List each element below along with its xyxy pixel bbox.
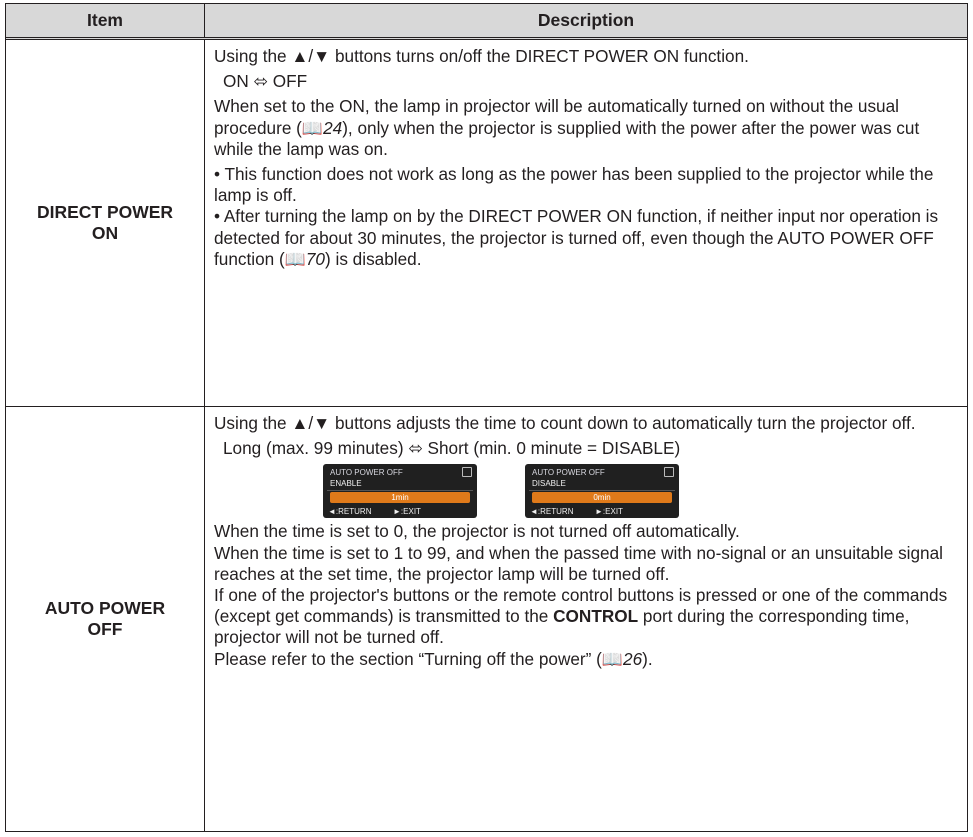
desc-paragraph: If one of the projector's buttons or the… [214,585,948,648]
page-ref[interactable]: 📖24 [302,118,342,138]
item-label-line2: OFF [87,619,123,639]
table-header: Item Description [6,4,967,40]
menu-exit: ►:EXIT [595,507,623,517]
header-description: Description [537,10,635,30]
control-port-label: CONTROL [553,606,639,627]
divider [529,490,675,492]
menu-title: AUTO POWER OFF [330,468,403,478]
menu-title: AUTO POWER OFF [532,468,605,478]
menu-return: ◄:RETURN [328,507,372,517]
osd-menu-disable: AUTO POWER OFF DISABLE 0min ◄:RETURN ►:E… [525,464,679,519]
desc-note: • This function does not work as long as… [214,164,934,206]
description-auto-power-off: Using the ▲/▼ buttons adjusts the time t… [205,407,967,831]
desc-paragraph: Please refer to the section “Turning off… [214,648,653,669]
menu-state: DISABLE [532,479,566,489]
book-icon: 📖 [601,649,624,669]
menu-state: ENABLE [330,479,362,489]
item-auto-power-off: AUTO POWER OFF [6,407,205,831]
page-ref[interactable]: 📖70 [285,249,325,269]
menu-value-bar: 0min [532,492,672,504]
settings-table: Item Description DIRECT POWER ON Using t… [5,3,968,832]
header-item: Item [6,4,205,37]
item-label-line1: AUTO POWER [44,598,166,618]
book-icon: 📖 [284,249,306,269]
item-label-line1: DIRECT POWER [36,202,174,222]
menu-exit: ►:EXIT [393,507,421,517]
close-icon [664,467,674,478]
item-direct-power-on: DIRECT POWER ON [6,40,205,406]
divider [327,490,473,492]
osd-menu-examples: AUTO POWER OFF ENABLE 1min ◄:RETURN ►:EX… [214,464,963,519]
desc-paragraph: Using the ▲/▼ buttons adjusts the time t… [214,413,916,433]
close-icon [462,467,472,478]
desc-paragraph: When the time is set to 0, the projector… [214,521,740,542]
desc-options: ON ⬄ OFF [223,71,308,92]
menu-value-bar: 1min [330,492,470,504]
desc-note: • After turning the lamp on by the DIREC… [214,206,939,269]
table-row-auto-power-off: AUTO POWER OFF Using the ▲/▼ buttons adj… [6,407,967,831]
page-ref[interactable]: 📖26 [602,649,642,669]
menu-return: ◄:RETURN [530,507,574,517]
desc-paragraph: When set to the ON, the lamp in projecto… [214,96,920,159]
desc-options: Long (max. 99 minutes) ⬄ Short (min. 0 m… [223,438,681,459]
desc-paragraph: When the time is set to 1 to 99, and whe… [214,542,943,584]
description-direct-power-on: Using the ▲/▼ buttons turns on/off the D… [205,40,967,406]
book-icon: 📖 [301,118,324,138]
table-row-direct-power-on: DIRECT POWER ON Using the ▲/▼ buttons tu… [6,40,967,407]
osd-menu-enable: AUTO POWER OFF ENABLE 1min ◄:RETURN ►:EX… [323,464,477,519]
item-label-line2: ON [91,223,119,243]
desc-paragraph: Using the ▲/▼ buttons turns on/off the D… [214,46,749,66]
